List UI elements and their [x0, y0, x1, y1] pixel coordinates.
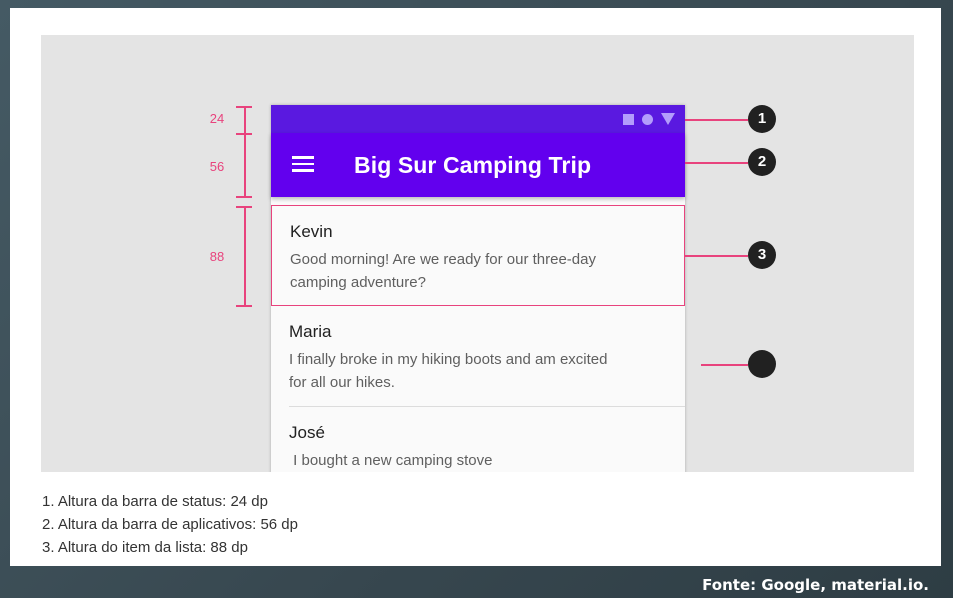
square-icon [623, 113, 634, 125]
list-item-text: Good morning! Are we ready for our three… [290, 251, 596, 291]
dim-line-appbar [244, 133, 246, 196]
caption-1: 1. Altura da barra de status: 24 dp [42, 493, 268, 510]
callout-line-1 [685, 119, 748, 121]
callout-1: 1 [748, 105, 776, 133]
list-item-text: I finally broke in my hiking boots and a… [289, 351, 608, 391]
menu-icon[interactable] [292, 156, 314, 172]
dim-tick [236, 133, 252, 135]
status-bar [271, 105, 685, 133]
figure: 24 56 88 Big Sur Camping Trip Kevin Good… [41, 35, 914, 472]
dim-tick [236, 106, 252, 108]
circle-icon [642, 113, 653, 125]
callout-line-2 [685, 162, 748, 164]
caption-2: 2. Altura da barra de aplicativos: 56 dp [42, 516, 298, 533]
dim-label-item: 88 [209, 249, 225, 264]
app-bar: Big Sur Camping Trip [271, 133, 685, 197]
message-list: Kevin Good morning! Are we ready for our… [271, 205, 685, 472]
app-title: Big Sur Camping Trip [354, 152, 592, 178]
list-item-name: Maria [289, 322, 332, 341]
callout-line-3 [685, 255, 748, 257]
list-item[interactable]: José I bought a new camping stove [271, 407, 685, 472]
list-item-name: Kevin [290, 222, 333, 241]
slide: 24 56 88 Big Sur Camping Trip Kevin Good… [10, 8, 941, 566]
dim-label-status: 24 [209, 111, 225, 126]
callout-3: 3 [748, 241, 776, 269]
dim-tick [236, 305, 252, 307]
triangle-icon [661, 113, 675, 125]
phone-mockup: Big Sur Camping Trip Kevin Good morning!… [271, 105, 685, 472]
dim-line-item [244, 206, 246, 305]
source-credit: Fonte: Google, material.io. [702, 576, 929, 594]
callout-2: 2 [748, 148, 776, 176]
list-item-name: José [289, 423, 325, 442]
dim-label-appbar: 56 [209, 159, 225, 174]
caption-3: 3. Altura do item da lista: 88 dp [42, 539, 248, 556]
list-item[interactable]: Maria I finally broke in my hiking boots… [271, 306, 685, 407]
callout-4 [748, 350, 776, 378]
dim-tick [236, 196, 252, 198]
dim-line-status [244, 106, 246, 133]
list-item[interactable]: Kevin Good morning! Are we ready for our… [271, 205, 685, 306]
list-item-text: I bought a new camping stove [289, 452, 493, 469]
callout-line-4 [701, 364, 748, 366]
dim-tick [236, 206, 252, 208]
